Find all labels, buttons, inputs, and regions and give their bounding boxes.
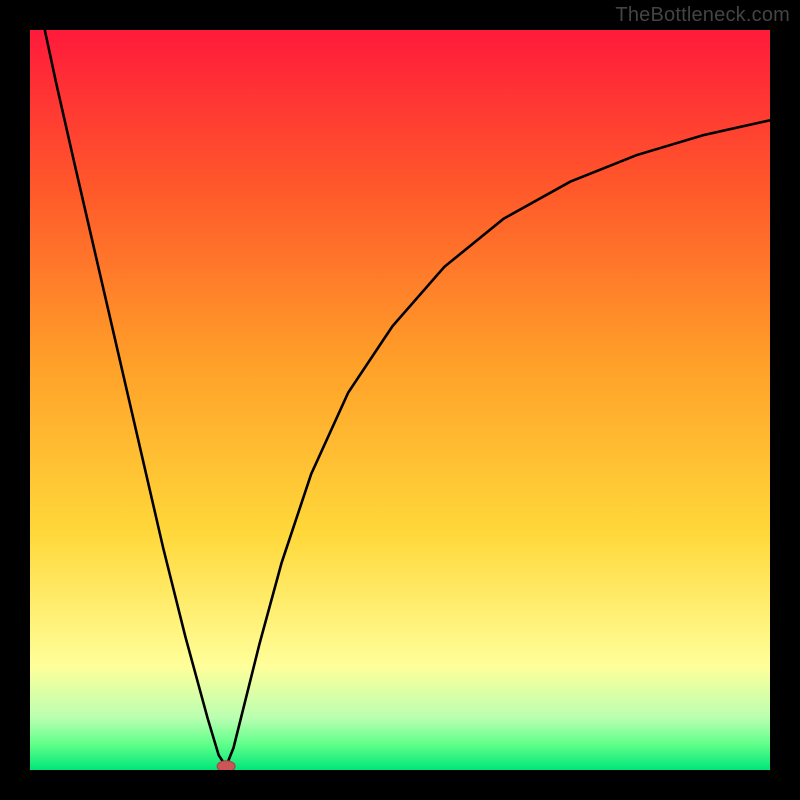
watermark-text: TheBottleneck.com: [615, 4, 790, 27]
plot-area: [30, 30, 770, 770]
gradient-background: [30, 30, 770, 770]
chart-svg: [30, 30, 770, 770]
minimum-marker: [217, 761, 235, 770]
chart-frame: TheBottleneck.com: [0, 0, 800, 800]
